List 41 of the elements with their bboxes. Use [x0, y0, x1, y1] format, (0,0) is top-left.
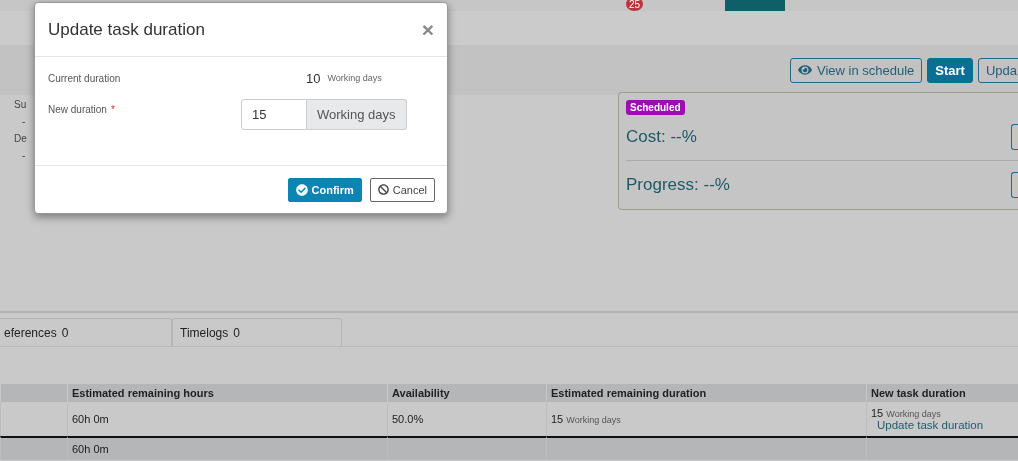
close-button[interactable]: ×	[421, 17, 434, 42]
cell-text: 60h 0m	[72, 443, 110, 455]
column-header: Estimated remaining hours	[67, 384, 387, 402]
confirm-button[interactable]: Confirm	[287, 177, 362, 202]
column-header: New task duration	[866, 384, 1018, 402]
dialog-title: Update task duration	[48, 19, 205, 40]
status-badge: Scheduled	[626, 100, 685, 115]
edit-button[interactable]	[1011, 124, 1018, 151]
cancel-button[interactable]: Cancel	[369, 177, 435, 202]
toolbar-button[interactable]: Upda	[977, 57, 1018, 83]
tab-label: eferences	[4, 325, 57, 340]
duration-input[interactable]: 15	[241, 99, 307, 130]
cell-text: 50.0%	[392, 413, 425, 425]
column-header: Estimated remaining duration	[546, 384, 866, 402]
current-duration-value: 10	[306, 70, 321, 86]
tab[interactable]: Timelogs 0	[172, 318, 342, 346]
tab-label: Timelogs	[180, 325, 229, 340]
detail-value: -	[21, 150, 27, 161]
notification-badge: 25	[626, 0, 643, 11]
update-duration-link[interactable]: Update task duration	[871, 419, 1018, 431]
tab-count: 0	[233, 325, 240, 340]
edit-button[interactable]	[1011, 171, 1018, 198]
duration-text: 15 Working days	[551, 413, 622, 425]
metric-text: Cost: --%	[626, 127, 697, 148]
toolbar-button[interactable]: View in schedule	[789, 57, 923, 83]
ban-icon	[377, 184, 389, 195]
column-header: Availability	[387, 384, 546, 402]
detail-label: Su	[14, 99, 27, 110]
eye-icon	[797, 63, 812, 77]
metric-text: Progress: --%	[626, 174, 730, 195]
tab[interactable]: eferences 0	[0, 318, 172, 346]
detail-label: De	[14, 133, 27, 144]
cell-text: 60h 0m	[72, 413, 110, 425]
detail-value: -	[21, 116, 27, 127]
duration-text: 15 Working days	[871, 407, 942, 419]
unit-addon: Working days	[307, 99, 407, 130]
tab-count: 0	[61, 325, 69, 340]
field-label: New duration *	[48, 103, 116, 115]
field-label: Current duration	[48, 72, 122, 84]
toolbar-button[interactable]: Start	[927, 57, 973, 83]
unit-text: Working days	[327, 73, 382, 83]
